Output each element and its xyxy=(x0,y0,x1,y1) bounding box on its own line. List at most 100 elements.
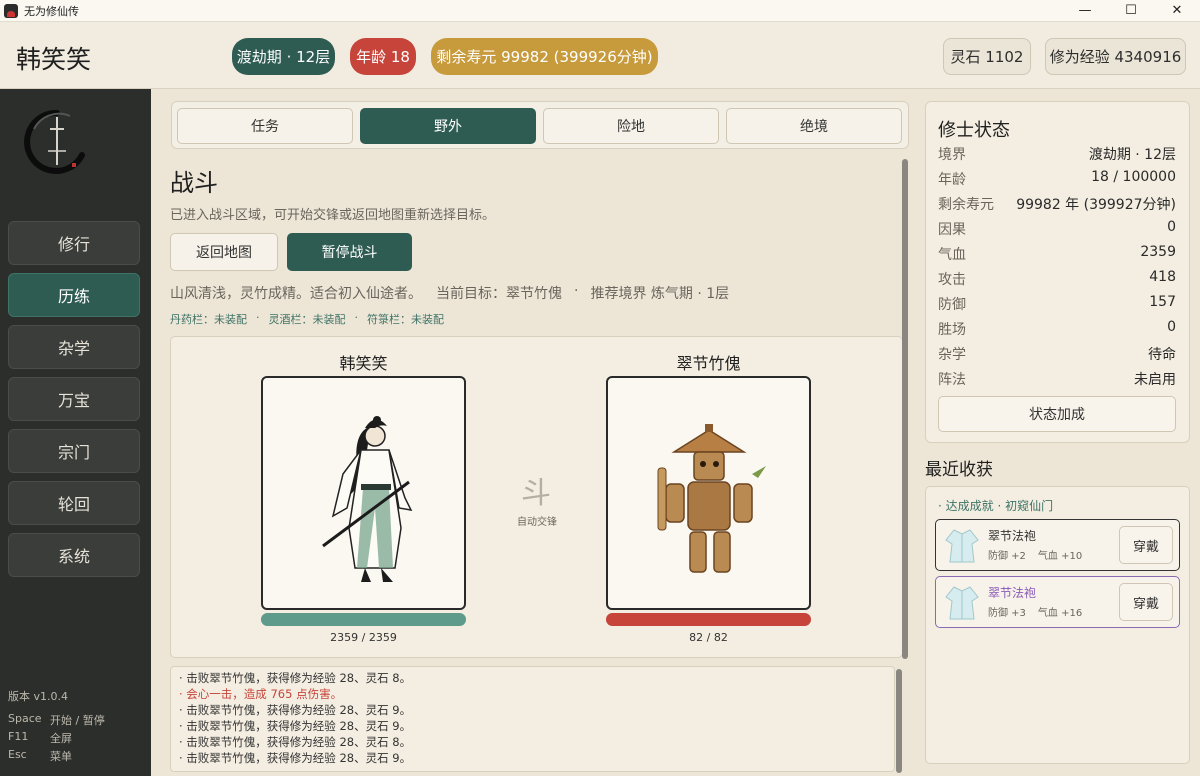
age-badge: 年龄 18 xyxy=(350,38,416,75)
log-line: · 击败翠节竹傀，获得修为经验 28、灵石 9。 xyxy=(179,751,412,765)
realm-badge: 渡劫期 · 12层 xyxy=(232,38,335,75)
achievement-entry: · 达成成就 · 初窥仙门 xyxy=(938,499,1054,513)
status-key: 阵法 xyxy=(938,372,966,388)
player-name: 韩笑笑 xyxy=(16,45,92,74)
sidebar-item-misc-studies[interactable]: 杂学 xyxy=(8,325,140,369)
status-row-defense: 防御 157 xyxy=(938,294,1176,316)
status-row-age: 年龄 18 / 100000 xyxy=(938,169,1176,191)
status-row-realm: 境界 渡劫期 · 12层 xyxy=(938,144,1176,166)
separator: · xyxy=(256,311,260,324)
wear-button[interactable]: 穿戴 xyxy=(1119,583,1173,621)
status-row-formation: 阵法 未启用 xyxy=(938,369,1176,391)
recent-loot-panel: · 达成成就 · 初窥仙门 翠节法袍 防御 +2 气血 +10 穿戴 翠节法袍 … xyxy=(925,486,1190,764)
player-portrait xyxy=(261,376,466,610)
status-buff-button[interactable]: 状态加成 xyxy=(938,396,1176,432)
minimize-button[interactable]: — xyxy=(1062,0,1108,22)
enemy-hp-bar xyxy=(606,613,811,626)
status-value: 渡劫期 · 12层 xyxy=(1088,147,1176,163)
sidebar-item-cultivate[interactable]: 修行 xyxy=(8,221,140,265)
item-defense: 防御 +3 xyxy=(988,608,1026,619)
tab-missions[interactable]: 任务 xyxy=(177,108,353,144)
status-row-lifespan: 剩余寿元 99982 年 (399927分钟) xyxy=(938,194,1176,216)
sidebar-item-system[interactable]: 系统 xyxy=(8,533,140,577)
log-line: · 击败翠节竹傀，获得修为经验 28、灵石 9。 xyxy=(179,703,412,717)
equipment-slots: 丹药栏：未装配 · 灵酒栏：未装配 · 符箓栏：未装配 xyxy=(170,311,444,327)
wear-button[interactable]: 穿戴 xyxy=(1119,526,1173,564)
enemy-hp-text: 82 / 82 xyxy=(689,631,728,644)
robe-icon xyxy=(945,586,979,620)
main-panel: 任务 野外 险地 绝境 战斗 已进入战斗区域，可开始交锋或返回地图重新选择目标。… xyxy=(151,89,915,776)
item-hp: 气血 +16 xyxy=(1037,608,1083,619)
area-description: 山风清浅，灵竹成精。适合初入仙途者。 xyxy=(170,286,422,302)
auto-battle-label: 自动交锋 xyxy=(517,517,557,528)
tab-danger-zone[interactable]: 险地 xyxy=(543,108,719,144)
status-key: 境界 xyxy=(938,147,966,163)
log-line: · 击败翠节竹傀，获得修为经验 28、灵石 9。 xyxy=(179,719,412,733)
status-key: 防御 xyxy=(938,297,966,313)
status-value: 0 xyxy=(1167,219,1176,235)
status-value: 157 xyxy=(1149,294,1176,310)
hotkey-hint: F11 全屏 xyxy=(8,730,72,746)
wine-slot[interactable]: 灵酒栏：未装配 xyxy=(269,311,346,327)
area-info: 山风清浅，灵竹成精。适合初入仙途者。 当前目标：翠节竹傀 · 推荐境界 炼气期 … xyxy=(170,283,729,303)
hotkey-hint: Esc 菜单 xyxy=(8,748,72,764)
status-value: 未启用 xyxy=(1134,372,1176,388)
status-key: 胜场 xyxy=(938,322,966,338)
status-row-studies: 杂学 待命 xyxy=(938,344,1176,366)
back-to-map-button[interactable]: 返回地图 xyxy=(170,233,278,271)
sidebar-item-treasures[interactable]: 万宝 xyxy=(8,377,140,421)
status-row-hp: 气血 2359 xyxy=(938,244,1176,266)
item-stats: 防御 +2 气血 +10 xyxy=(988,547,1094,562)
sidebar: 修行 历练 杂学 万宝 宗门 轮回 系统 版本 v1.0.4 Space 开始 … xyxy=(0,89,151,776)
status-title: 修士状态 xyxy=(938,120,1010,141)
hotkey-hint: Space 开始 / 暂停 xyxy=(8,712,105,728)
player-hp-bar xyxy=(261,613,466,626)
sidebar-item-sect[interactable]: 宗门 xyxy=(8,429,140,473)
enemy-hp-fill xyxy=(606,613,811,626)
item-name: 翠节法袍 xyxy=(988,529,1037,543)
recommended-realm: 推荐境界 炼气期 · 1层 xyxy=(590,286,730,302)
app-icon xyxy=(4,3,18,18)
status-key: 气血 xyxy=(938,247,966,263)
pill-slot[interactable]: 丹药栏：未装配 xyxy=(170,311,247,327)
header-bar: 韩笑笑 渡劫期 · 12层 年龄 18 剩余寿元 99982 (399926分钟… xyxy=(0,22,1200,89)
status-key: 杂学 xyxy=(938,347,966,363)
page-title: 战斗 xyxy=(170,169,218,197)
status-row-karma: 因果 0 xyxy=(938,219,1176,241)
log-line: · 击败翠节竹傀，获得修为经验 28、灵石 8。 xyxy=(179,671,412,685)
talisman-slot[interactable]: 符箓栏：未装配 xyxy=(367,311,444,327)
lifespan-badge: 剩余寿元 99982 (399926分钟) xyxy=(431,38,658,75)
sect-logo-icon xyxy=(24,109,85,174)
player-fighter-name: 韩笑笑 xyxy=(339,354,388,373)
main-scrollbar[interactable] xyxy=(902,159,908,659)
sidebar-item-adventure[interactable]: 历练 xyxy=(8,273,140,317)
status-value: 99982 年 (399927分钟) xyxy=(1016,197,1176,213)
status-key: 年龄 xyxy=(938,172,966,188)
log-scrollbar[interactable] xyxy=(896,669,902,773)
maximize-button[interactable]: ☐ xyxy=(1108,0,1154,22)
status-key: 因果 xyxy=(938,222,966,238)
loot-item-card: 翠节法袍 防御 +2 气血 +10 穿戴 xyxy=(935,519,1180,571)
pause-battle-button[interactable]: 暂停战斗 xyxy=(287,233,412,271)
enemy-portrait xyxy=(606,376,811,610)
tab-wilderness[interactable]: 野外 xyxy=(360,108,536,144)
tab-desperate-realm[interactable]: 绝境 xyxy=(726,108,902,144)
sidebar-item-reincarnation[interactable]: 轮回 xyxy=(8,481,140,525)
window-controls: — ☐ ✕ xyxy=(1062,0,1200,22)
log-line: · 击败翠节竹傀，获得修为经验 28、灵石 8。 xyxy=(179,735,412,749)
cultivation-exp-counter: 修为经验 4340916 xyxy=(1045,38,1186,75)
close-button[interactable]: ✕ xyxy=(1154,0,1200,22)
separator: · xyxy=(354,311,359,324)
cultivator-figure-icon xyxy=(322,416,413,582)
window-title: 无为修仙传 xyxy=(24,4,79,18)
battle-log[interactable]: · 击败翠节竹傀，获得修为经验 28、灵石 8。 · 会心一击，造成 765 点… xyxy=(170,666,895,772)
status-value: 18 / 100000 xyxy=(1091,169,1176,185)
bamboo-puppet-icon xyxy=(657,424,766,573)
battle-description: 已进入战斗区域，可开始交锋或返回地图重新选择目标。 xyxy=(170,208,496,223)
status-row-attack: 攻击 418 xyxy=(938,269,1176,291)
hotkey-action: 开始 / 暂停 xyxy=(50,714,105,727)
status-card: 修士状态 境界 渡劫期 · 12层 年龄 18 / 100000 剩余寿元 99… xyxy=(925,101,1190,443)
item-hp: 气血 +10 xyxy=(1037,551,1083,562)
hotkey-action: 全屏 xyxy=(50,732,72,745)
log-line-critical: · 会心一击，造成 765 点伤害。 xyxy=(179,687,343,701)
